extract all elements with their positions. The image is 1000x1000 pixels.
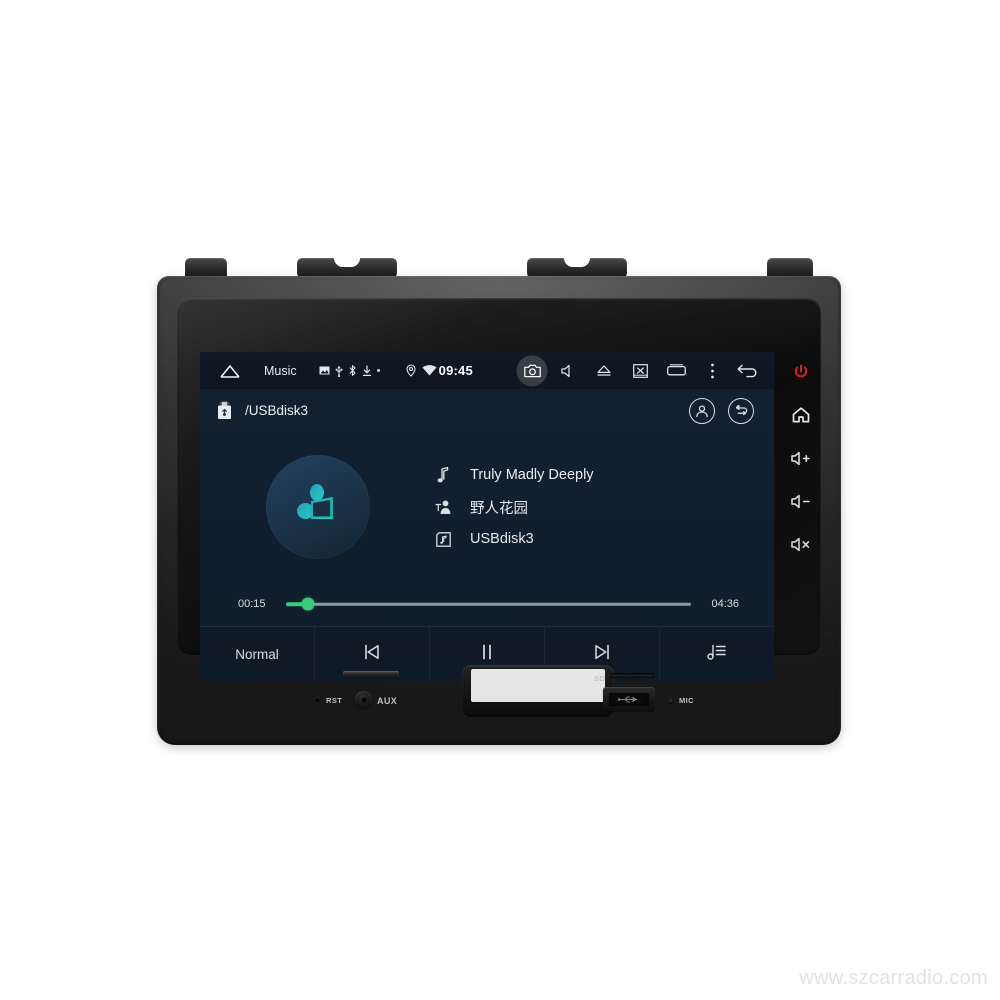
sd-label: SD [594,674,606,683]
seek-thumb[interactable] [301,597,315,611]
aux-jack[interactable] [355,691,372,708]
camera-icon[interactable] [514,352,550,389]
usb-drive-icon [214,401,234,420]
wifi-icon [422,365,437,376]
bluetooth-icon [349,365,356,376]
back-arrow-icon[interactable] [730,352,766,389]
usb-port[interactable] [603,687,655,711]
car-stereo-device: Music 09:45 /USBdisk3 Truly Madly Deeply… [157,258,841,745]
repeat-circle-icon[interactable] [728,397,754,424]
overflow-menu-icon[interactable] [694,352,730,389]
source-actions [689,397,754,424]
status-home-icon[interactable] [210,364,250,378]
account-circle-icon[interactable] [689,397,715,424]
elapsed-time: 00:15 [238,598,266,610]
music-note-icon [432,467,454,483]
home-button[interactable] [788,404,814,426]
mic-label: MIC [679,696,694,705]
now-playing: Truly Madly Deeply 野人花园 USBdisk3 [200,432,774,582]
music-note-album-art [266,455,370,559]
status-mid-icon-group [406,364,437,377]
close-screen-icon[interactable] [622,352,658,389]
bottom-port-panel: RST AUX SD MIC [157,655,841,745]
aux-label: AUX [377,696,398,706]
ports-group: RST AUX SD MIC [307,663,707,723]
seek-bar-row: 00:15 04:36 [200,582,774,627]
artist-icon [432,499,454,515]
album-icon [432,531,454,547]
seek-track [286,602,691,606]
status-clock: 09:45 [438,363,473,378]
reset-label: RST [326,696,343,705]
recent-apps-icon[interactable] [658,352,694,389]
panel-slot-strip [343,671,399,678]
sd-card-slot[interactable] [610,673,654,680]
status-right-icon-group [514,352,766,389]
track-artist-row: 野人花园 [432,497,594,518]
volume-mute-icon[interactable] [550,352,586,389]
track-title-row: Truly Madly Deeply [432,465,594,486]
usb-icon [335,365,343,377]
site-watermark: www.szcarradio.com [799,967,988,989]
volume-up-button[interactable] [788,447,814,469]
mute-button[interactable] [788,533,814,555]
lcd-screen: Music 09:45 /USBdisk3 Truly Madly Deeply… [200,352,774,681]
eject-icon[interactable] [586,352,622,389]
track-title: Truly Madly Deeply [470,467,594,483]
status-app-label: Music [264,363,297,378]
source-path-label: /USBdisk3 [245,403,309,418]
screenshot-icon [319,366,330,375]
side-button-panel [781,352,821,652]
reset-pinhole[interactable] [315,697,320,702]
location-pin-icon [406,364,416,377]
track-album-row: USBdisk3 [432,529,594,550]
center-dock-slot [462,665,614,717]
usb-icon [617,696,637,702]
source-row: /USBdisk3 [200,389,774,432]
download-icon [362,364,371,376]
music-player-content: /USBdisk3 Truly Madly Deeply 野人花园 USBdis… [200,389,774,681]
duration-time: 04:36 [711,598,739,610]
device-bezel: Music 09:45 /USBdisk3 Truly Madly Deeply… [157,276,841,745]
power-button[interactable] [788,361,814,383]
track-metadata: Truly Madly Deeply 野人花园 USBdisk3 [432,465,594,550]
volume-down-button[interactable] [788,490,814,512]
dock-insert [471,669,605,702]
android-status-bar: Music 09:45 [200,352,774,389]
status-left-icon-group [319,364,380,377]
usb-port-inner [609,692,649,706]
mic-hole [668,698,674,704]
seek-slider[interactable] [286,595,691,613]
glass-face: Music 09:45 /USBdisk3 Truly Madly Deeply… [177,298,821,681]
dot-indicator-icon [376,369,380,372]
track-album: USBdisk3 [470,531,534,547]
track-artist: 野人花园 [470,500,528,517]
